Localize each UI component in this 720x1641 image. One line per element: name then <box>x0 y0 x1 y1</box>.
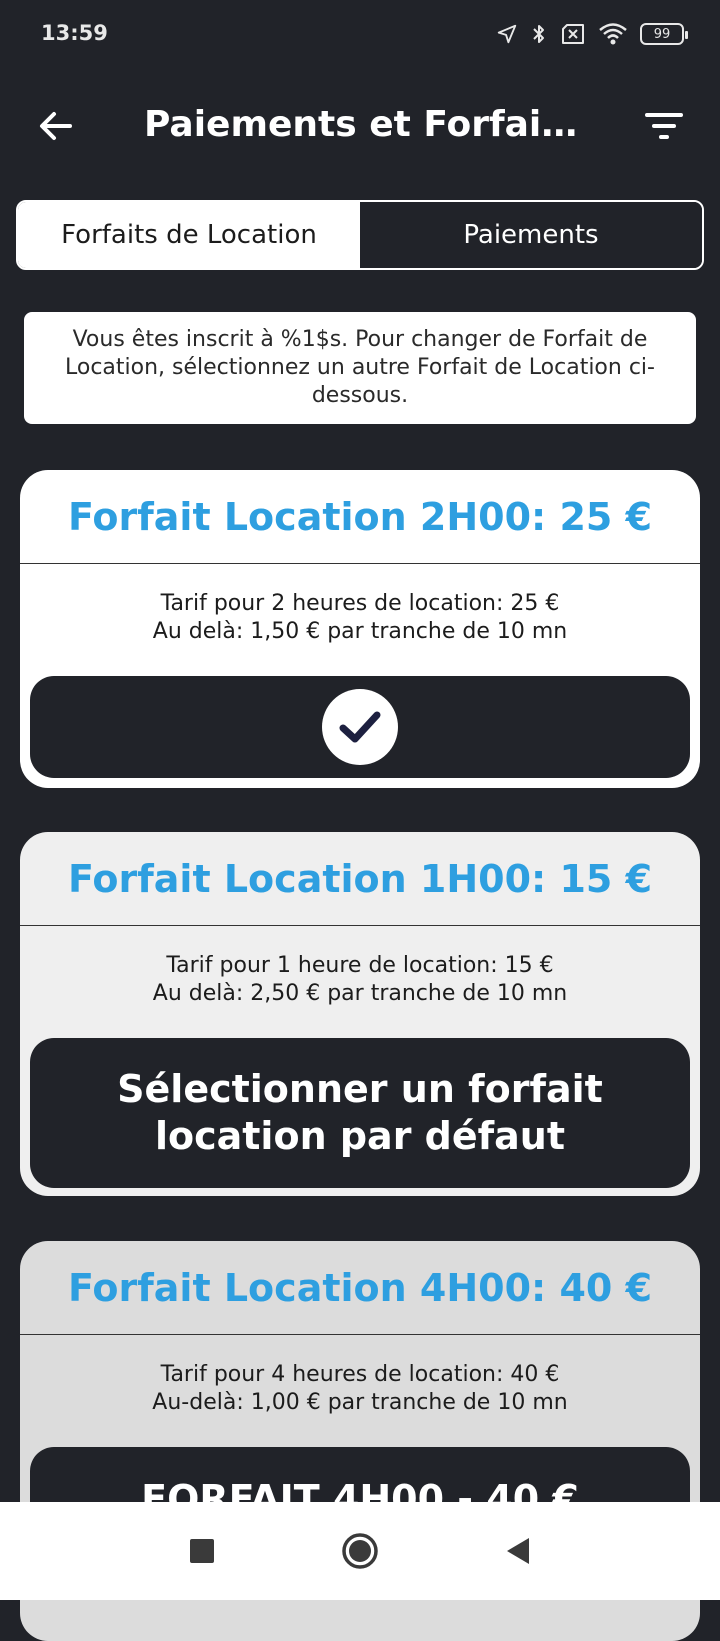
check-circle-icon <box>322 689 398 765</box>
plan-title: Forfait Location 4H00: 40 € <box>20 1241 700 1335</box>
plan-title: Forfait Location 2H00: 25 € <box>20 470 700 564</box>
plan-rate: Tarif pour 1 heure de location: 15 € <box>166 953 554 978</box>
checkmark-icon <box>339 711 381 743</box>
plan-card[interactable]: Forfait Location 2H00: 25 € Tarif pour 2… <box>20 470 700 788</box>
circle-icon <box>342 1533 378 1569</box>
info-message: Vous êtes inscrit à %1$s. Pour changer d… <box>24 312 696 424</box>
plan-title: Forfait Location 1H00: 15 € <box>20 832 700 926</box>
battery-level: 99 <box>653 26 671 42</box>
plan-extra-rate: Au-delà: 1,00 € par tranche de 10 mn <box>152 1390 568 1415</box>
plan-rate: Tarif pour 2 heures de location: 25 € <box>160 591 560 616</box>
system-nav-bar <box>0 1502 720 1600</box>
filter-button[interactable] <box>638 100 690 152</box>
plan-extra-rate: Au delà: 2,50 € par tranche de 10 mn <box>152 981 568 1006</box>
battery-icon: 99 <box>640 23 688 45</box>
home-button[interactable] <box>336 1527 384 1575</box>
status-icons: 99 <box>496 22 688 46</box>
select-default-plan-button[interactable]: Sélectionner un forfait location par déf… <box>30 1038 690 1188</box>
plan-selected-button[interactable] <box>30 676 690 778</box>
location-arrow-icon <box>497 24 517 44</box>
square-icon <box>190 1539 214 1563</box>
plan-extra-rate: Au delà: 1,50 € par tranche de 10 mn <box>152 619 568 644</box>
status-time: 13:59 <box>41 21 108 45</box>
recents-button[interactable] <box>178 1527 226 1575</box>
app-bar: Paiements et Forfaits Location <box>0 70 720 180</box>
back-button[interactable] <box>30 100 82 152</box>
back-nav-button[interactable] <box>494 1527 542 1575</box>
plan-card[interactable]: Forfait Location 1H00: 15 € Tarif pour 1… <box>20 832 700 1196</box>
plan-description: Tarif pour 2 heures de location: 25 € Au… <box>20 564 700 676</box>
plan-rate: Tarif pour 4 heures de location: 40 € <box>160 1362 560 1387</box>
plan-description: Tarif pour 4 heures de location: 40 € Au… <box>20 1335 700 1447</box>
wifi-icon <box>599 23 627 45</box>
plan-description: Tarif pour 1 heure de location: 15 € Au … <box>20 926 700 1038</box>
bluetooth-icon <box>533 25 544 43</box>
no-sim-icon <box>562 24 584 44</box>
arrow-left-icon <box>40 112 72 140</box>
tab-rental-plans[interactable]: Forfaits de Location <box>18 202 360 268</box>
filter-icon <box>645 113 683 139</box>
segmented-tabs: Forfaits de Location Paiements <box>16 200 704 270</box>
tab-payments[interactable]: Paiements <box>360 202 702 268</box>
triangle-back-icon <box>507 1538 529 1564</box>
page-title: Paiements et Forfaits Location <box>144 104 594 145</box>
status-bar: 13:59 99 <box>0 0 720 70</box>
